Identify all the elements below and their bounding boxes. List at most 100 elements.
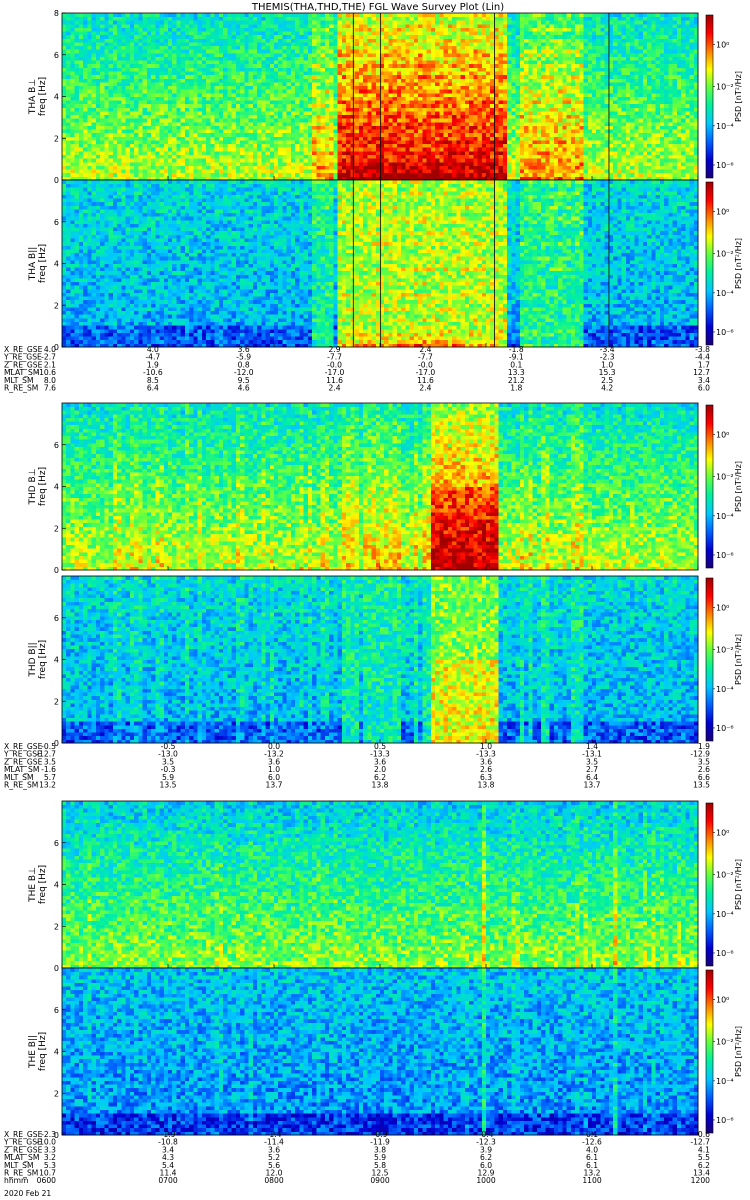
spectrogram-cell <box>240 165 245 169</box>
spectrogram-cell <box>291 31 296 35</box>
spectrogram-cell <box>232 17 237 21</box>
spectrogram-cell <box>104 31 109 35</box>
spectrogram-cell <box>261 147 266 151</box>
spectrogram-cell <box>321 169 326 173</box>
spectrogram-cell <box>295 169 300 173</box>
spectrogram-cell <box>160 155 165 159</box>
spectrogram-cell <box>176 86 181 90</box>
spectrogram-cell <box>338 28 343 32</box>
spectrogram-cell <box>278 75 283 79</box>
spectrogram-cell <box>278 169 283 173</box>
spectrogram-cell <box>172 129 177 133</box>
spectrogram-cell <box>151 155 156 159</box>
spectrogram-cell <box>215 53 220 57</box>
spectrogram-cell <box>299 151 304 155</box>
spectrogram-cell <box>151 173 156 177</box>
spectrogram-cell <box>359 122 364 126</box>
spectrogram-cell <box>134 42 139 46</box>
spectrogram-cell <box>185 165 190 169</box>
spectrogram-cell <box>325 86 330 90</box>
spectrogram-cell <box>147 136 152 140</box>
spectrogram-cell <box>215 155 220 159</box>
spectrogram-cell <box>79 136 84 140</box>
spectrogram-cell <box>232 28 237 32</box>
spectrogram-cell <box>223 100 228 104</box>
spectrogram-cell <box>291 49 296 53</box>
spectrogram-cell <box>109 144 114 148</box>
spectrogram-cell <box>117 82 122 86</box>
spectrogram-cell <box>282 31 287 35</box>
spectrogram-cell <box>143 71 148 75</box>
spectrogram-cell <box>155 13 160 17</box>
spectrogram-cell <box>291 71 296 75</box>
spectrogram-cell <box>355 169 360 173</box>
spectrogram-cell <box>104 100 109 104</box>
spectrogram-cell <box>291 57 296 61</box>
spectrogram-cell <box>92 100 97 104</box>
spectrogram-cell <box>223 86 228 90</box>
spectrogram-cell <box>329 111 334 115</box>
spectrogram-cell <box>274 162 279 166</box>
spectrogram-cell <box>325 49 330 53</box>
spectrogram-cell <box>193 133 198 137</box>
spectrogram-cell <box>266 151 271 155</box>
spectrogram-cell <box>176 122 181 126</box>
spectrogram-cell <box>92 129 97 133</box>
spectrogram-cell <box>206 13 211 17</box>
spectrogram-cell <box>206 17 211 21</box>
spectrogram-cell <box>215 158 220 162</box>
spectrogram-cell <box>160 64 165 68</box>
spectrogram-cell <box>312 53 317 57</box>
spectrogram-cell <box>304 20 309 24</box>
spectrogram-cell <box>164 158 169 162</box>
spectrogram-cell <box>181 136 186 140</box>
spectrogram-cell <box>121 162 126 166</box>
spectrogram-cell <box>236 104 241 108</box>
spectrogram-cell <box>185 28 190 32</box>
spectrogram-cell <box>96 111 101 115</box>
spectrogram-cell <box>121 158 126 162</box>
spectrogram-cell <box>287 24 292 28</box>
spectrogram-cell <box>151 13 156 17</box>
spectrogram-cell <box>261 82 266 86</box>
spectrogram-cell <box>70 136 75 140</box>
spectrogram-cell <box>295 151 300 155</box>
spectrogram-cell <box>96 53 101 57</box>
spectrogram-cell <box>143 82 148 86</box>
spectrogram-cell <box>333 60 338 64</box>
spectrogram-cell <box>304 24 309 28</box>
spectrogram-cell <box>202 82 207 86</box>
spectrogram-cell <box>338 46 343 50</box>
spectrogram-cell <box>172 147 177 151</box>
spectrogram-cell <box>168 118 173 122</box>
spectrogram-cell <box>244 38 249 42</box>
spectrogram-cell <box>100 111 105 115</box>
spectrogram-cell <box>202 107 207 111</box>
spectrogram-cell <box>96 64 101 68</box>
spectrogram-cell <box>240 169 245 173</box>
spectrogram-cell <box>333 78 338 82</box>
spectrogram-cell <box>92 17 97 21</box>
spectrogram-cell <box>96 97 101 101</box>
spectrogram-cell <box>172 64 177 68</box>
spectrogram-cell <box>189 57 194 61</box>
spectrogram-cell <box>189 71 194 75</box>
spectrogram-cell <box>87 24 92 28</box>
spectrogram-cell <box>96 28 101 32</box>
spectrogram-cell <box>219 49 224 53</box>
spectrogram-cell <box>223 104 228 108</box>
spectrogram-cell <box>130 53 135 57</box>
spectrogram-cell <box>83 155 88 159</box>
spectrogram-cell <box>176 155 181 159</box>
spectrogram-cell <box>92 49 97 53</box>
spectrogram-cell <box>350 111 355 115</box>
spectrogram-cell <box>321 31 326 35</box>
spectrogram-cell <box>134 60 139 64</box>
spectrogram-cell <box>355 49 360 53</box>
spectrogram-cell <box>308 31 313 35</box>
spectrogram-cell <box>164 118 169 122</box>
spectrogram-cell <box>96 136 101 140</box>
spectrogram-cell <box>299 173 304 177</box>
spectrogram-cell <box>168 67 173 71</box>
spectrogram-cell <box>257 57 262 61</box>
